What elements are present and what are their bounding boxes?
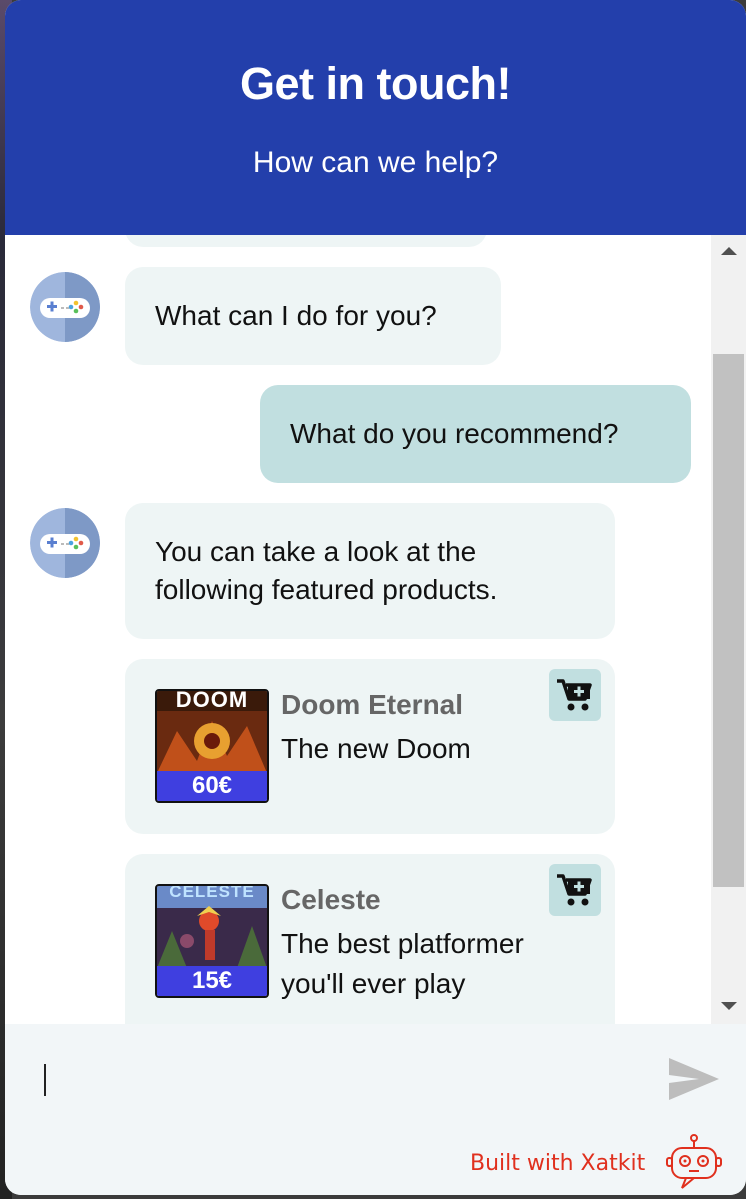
previous-bot-bubble: [125, 235, 487, 247]
bot-message-text: What can I do for you?: [155, 300, 437, 331]
product-name[interactable]: Celeste: [281, 884, 381, 916]
bot-message-text: You can take a look at the following fea…: [155, 536, 498, 605]
bot-message: You can take a look at the following fea…: [125, 503, 615, 639]
message-input[interactable]: [25, 1044, 649, 1118]
gamepad-icon: [30, 508, 100, 578]
message-list[interactable]: What can I do for you? What do you recom…: [5, 235, 711, 1024]
gamepad-icon: [30, 272, 100, 342]
scroll-up-arrow-icon[interactable]: [721, 247, 737, 255]
product-price: 60€: [157, 771, 267, 801]
product-card[interactable]: CELESTE 15€ Celeste The best platformer …: [125, 854, 615, 1024]
header-title: Get in touch!: [240, 58, 511, 109]
product-image: DOOM 60€: [155, 689, 269, 803]
chat-header: Get in touch! How can we help?: [5, 0, 746, 235]
send-icon: [669, 1058, 719, 1100]
bot-avatar: [30, 272, 100, 342]
add-to-cart-button[interactable]: [549, 864, 601, 916]
product-name[interactable]: Doom Eternal: [281, 689, 463, 721]
send-button[interactable]: [667, 1056, 721, 1107]
built-with-link[interactable]: Built with Xatkit: [470, 1151, 645, 1176]
bot-message: What can I do for you?: [125, 267, 501, 365]
add-to-cart-icon: [557, 679, 592, 711]
product-card[interactable]: DOOM 60€ Doom Eternal The new Doom: [125, 659, 615, 834]
product-logo-text: DOOM: [175, 689, 249, 712]
user-message-text: What do you recommend?: [290, 418, 619, 449]
bot-avatar: [30, 508, 100, 578]
product-description: The best platformer you'll ever play: [281, 928, 524, 999]
composer-area: Built with Xatkit: [5, 1024, 746, 1195]
product-description: The new Doom: [281, 733, 471, 764]
text-caret: [44, 1064, 46, 1096]
user-message: What do you recommend?: [260, 385, 691, 483]
scroll-thumb[interactable]: [713, 354, 744, 887]
robot-icon: [664, 1132, 726, 1195]
add-to-cart-icon: [557, 874, 592, 906]
product-price: 15€: [157, 966, 267, 996]
add-to-cart-button[interactable]: [549, 669, 601, 721]
scroll-down-arrow-icon[interactable]: [721, 1002, 737, 1010]
chat-widget: Get in touch! How can we help? What can …: [5, 0, 746, 1195]
product-image: CELESTE 15€: [155, 884, 269, 998]
chat-scrollbar[interactable]: [711, 235, 746, 1024]
product-logo-text: CELESTE: [169, 884, 255, 901]
header-subtitle: How can we help?: [252, 146, 499, 179]
